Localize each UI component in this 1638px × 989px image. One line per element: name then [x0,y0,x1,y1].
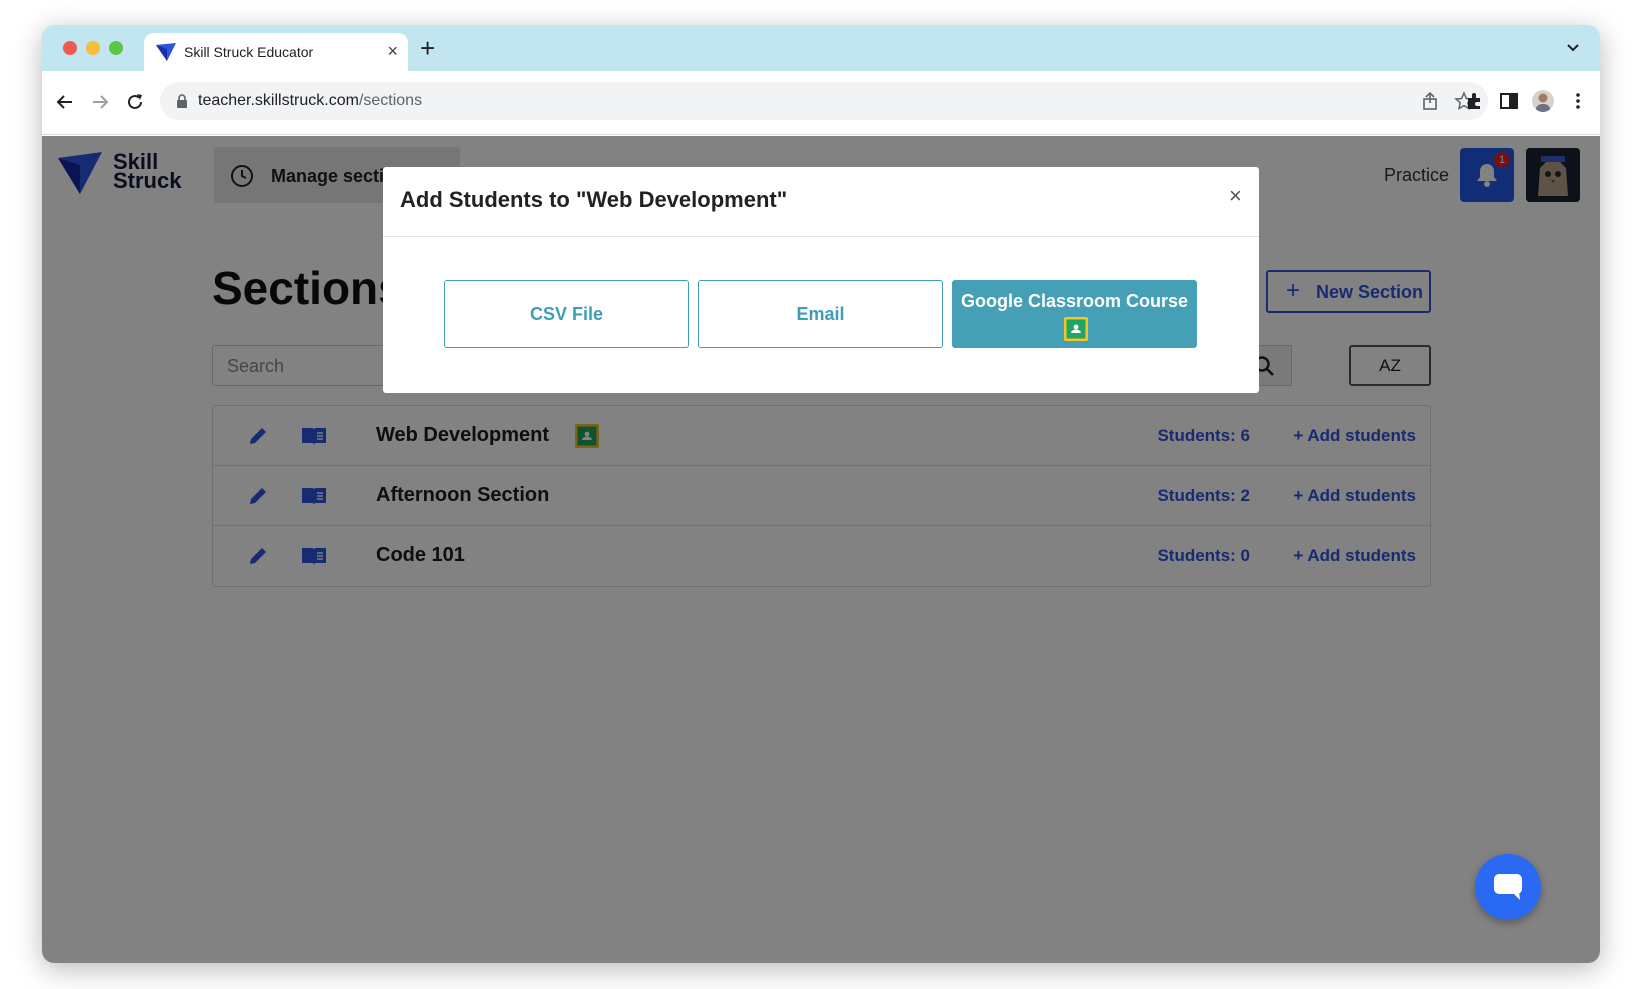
tab-strip: Skill Struck Educator × + [42,25,1600,71]
google-classroom-icon [1064,317,1088,341]
address-bar[interactable]: teacher.skillstruck.com/sections [160,82,1488,120]
url-text: teacher.skillstruck.com/sections [198,92,423,109]
reload-icon[interactable] [124,91,146,113]
csv-file-button[interactable]: CSV File [444,280,689,348]
browser-toolbar: teacher.skillstruck.com/sections [42,71,1600,135]
modal-divider [383,236,1259,237]
tab-close-icon[interactable]: × [387,41,398,61]
csv-file-label: CSV File [529,304,604,324]
add-students-modal: Add Students to "Web Development" × CSV … [383,167,1259,393]
new-tab-button[interactable]: + [420,34,435,62]
side-panel-icon[interactable] [1498,90,1520,112]
tab-title: Skill Struck Educator [184,44,314,60]
close-window-button[interactable] [63,41,77,55]
maximize-window-button[interactable] [109,41,123,55]
google-classroom-course-label: Google Classroom Course [960,291,1189,311]
skill-struck-favicon-icon [156,43,176,61]
lock-icon [177,94,187,108]
chat-icon [1494,874,1522,900]
share-icon[interactable] [1420,91,1440,111]
back-arrow-icon[interactable] [54,91,76,113]
forward-arrow-icon[interactable] [89,91,111,113]
more-vertical-icon[interactable] [1567,90,1589,112]
chat-support-button[interactable] [1475,854,1541,920]
email-label: Email [796,304,845,324]
google-classroom-course-button[interactable]: Google Classroom Course [952,280,1197,348]
profile-person-icon [1536,93,1550,112]
app-page: Skill Struck Manage sections Practice 1 [42,136,1600,963]
close-icon[interactable]: × [1229,185,1242,207]
email-button[interactable]: Email [698,280,943,348]
extensions-puzzle-icon[interactable] [1464,90,1486,112]
modal-title: Add Students to "Web Development" [400,187,788,212]
browser-window: Skill Struck Educator × + teacher.skills… [42,25,1600,963]
tab-search-chevron-icon[interactable] [1564,38,1582,56]
browser-tab[interactable]: Skill Struck Educator × [144,33,408,71]
profile-avatar[interactable] [1532,90,1554,112]
minimize-window-button[interactable] [86,41,100,55]
